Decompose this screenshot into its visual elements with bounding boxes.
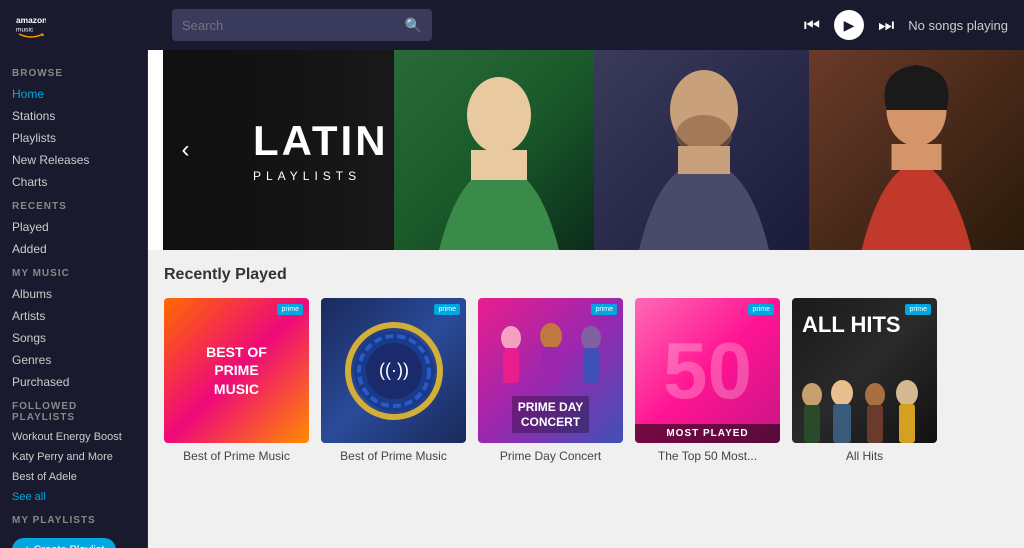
my-music-section-title: MY MUSIC <box>0 260 147 283</box>
artist-3 <box>809 50 1024 250</box>
create-playlist-button[interactable]: + Create Playlist <box>12 538 116 548</box>
main-content: ‹ LATIN PLAYLISTS <box>148 50 1024 548</box>
prime-badge-top50: prime <box>748 304 774 315</box>
hero-strip <box>148 50 163 250</box>
card-best-prime-2[interactable]: prime ((·)) Best of Prime Music <box>321 298 466 463</box>
followed-section-title: FOLLOWED PLAYLISTS <box>0 393 147 427</box>
card-label-prime-2: Best of Prime Music <box>321 449 466 463</box>
card-thumb-prime-1: prime BEST OFPRIMEMUSIC <box>164 298 309 443</box>
sidebar-item-artists[interactable]: Artists <box>0 305 147 327</box>
prime-badge-hits: prime <box>905 304 931 315</box>
sidebar-item-genres[interactable]: Genres <box>0 349 147 371</box>
card-top50[interactable]: prime 50 MOST PLAYED The Top 50 Most... <box>635 298 780 463</box>
search-bar[interactable]: 🔍 <box>172 9 432 41</box>
concert-people <box>478 308 623 388</box>
top50-number: 50 <box>663 331 752 411</box>
search-input[interactable] <box>182 18 405 33</box>
prime-badge-2: prime <box>434 304 460 315</box>
recents-section-title: RECENTS <box>0 193 147 216</box>
concert-silhouettes <box>486 318 616 388</box>
amazon-logo-icon: amazon music <box>16 10 46 40</box>
recently-played-section: Recently Played prime BEST OFPRIMEMUSIC … <box>148 250 1024 479</box>
sidebar-item-purchased[interactable]: Purchased <box>0 371 147 393</box>
card-thumb-concert: prime <box>478 298 623 443</box>
artist-1-silhouette <box>394 50 604 250</box>
artist-3-silhouette <box>809 50 1024 250</box>
artist-1 <box>394 50 604 250</box>
hero-text: LATIN PLAYLISTS <box>223 117 419 183</box>
card-best-prime-1[interactable]: prime BEST OFPRIMEMUSIC Best of Prime Mu… <box>164 298 309 463</box>
vinyl-award-icon: ((·)) <box>344 321 444 421</box>
card-prime-concert[interactable]: prime <box>478 298 623 463</box>
sidebar-item-katy[interactable]: Katy Perry and More <box>0 447 147 467</box>
hero-banner: ‹ LATIN PLAYLISTS <box>148 50 1024 250</box>
sidebar-item-playlists[interactable]: Playlists <box>0 127 147 149</box>
card-thumb-all-hits: prime ALL HITS <box>792 298 937 443</box>
search-icon: 🔍 <box>405 17 422 34</box>
sidebar-item-played[interactable]: Played <box>0 216 147 238</box>
prime-badge-1: prime <box>277 304 303 315</box>
svg-text:music: music <box>16 27 34 34</box>
card-label-top50: The Top 50 Most... <box>635 449 780 463</box>
card-label-prime-1: Best of Prime Music <box>164 449 309 463</box>
sidebar-item-stations[interactable]: Stations <box>0 105 147 127</box>
card-thumb-prime-2: prime ((·)) <box>321 298 466 443</box>
sidebar-item-see-all[interactable]: See all <box>0 487 147 507</box>
concert-title-text: PRIME DAYCONCERT <box>512 396 590 433</box>
my-playlists-section-title: MY PLAYLISTS <box>0 507 147 530</box>
hero-title: LATIN <box>253 117 389 165</box>
artist-2 <box>594 50 814 250</box>
main-layout: BROWSE Home Stations Playlists New Relea… <box>0 50 1024 548</box>
sidebar-item-songs[interactable]: Songs <box>0 327 147 349</box>
logo-area: amazon music <box>16 10 156 40</box>
card-all-hits[interactable]: prime ALL HITS <box>792 298 937 463</box>
card-thumb-top50: prime 50 MOST PLAYED <box>635 298 780 443</box>
sidebar-item-new-releases[interactable]: New Releases <box>0 149 147 171</box>
sidebar-item-charts[interactable]: Charts <box>0 171 147 193</box>
sidebar: BROWSE Home Stations Playlists New Relea… <box>0 50 148 548</box>
all-hits-people <box>792 373 937 443</box>
sidebar-item-added[interactable]: Added <box>0 238 147 260</box>
svg-text:((·)): ((·)) <box>379 360 409 380</box>
now-playing-text: No songs playing <box>908 18 1008 33</box>
sidebar-item-workout[interactable]: Workout Energy Boost <box>0 427 147 447</box>
card-label-concert: Prime Day Concert <box>478 449 623 463</box>
hero-content: LATIN PLAYLISTS <box>223 50 1024 250</box>
most-played-label: MOST PLAYED <box>635 424 780 443</box>
play-pause-button[interactable]: ▶ <box>834 10 864 40</box>
hero-subtitle: PLAYLISTS <box>253 169 389 183</box>
app-header: amazon music 🔍 ⏮ ▶ ⏭ No songs playing <box>0 0 1024 50</box>
card-label-all-hits: All Hits <box>792 449 937 463</box>
all-hits-text: ALL HITS <box>792 298 911 338</box>
skip-forward-button[interactable]: ⏭ <box>878 15 894 36</box>
skip-back-button[interactable]: ⏮ <box>804 15 820 36</box>
recently-played-title: Recently Played <box>164 266 1008 284</box>
sidebar-item-albums[interactable]: Albums <box>0 283 147 305</box>
cards-row: prime BEST OFPRIMEMUSIC Best of Prime Mu… <box>164 298 1008 463</box>
sidebar-item-home[interactable]: Home <box>0 83 147 105</box>
playback-controls: ⏮ ▶ ⏭ No songs playing <box>804 10 1008 40</box>
hero-prev-arrow[interactable]: ‹ <box>182 136 190 164</box>
browse-section-title: BROWSE <box>0 60 147 83</box>
sidebar-item-adele[interactable]: Best of Adele <box>0 467 147 487</box>
best-prime-text: BEST OFPRIMEMUSIC <box>198 335 275 406</box>
artist-2-silhouette <box>594 50 814 250</box>
svg-text:amazon: amazon <box>16 15 46 25</box>
